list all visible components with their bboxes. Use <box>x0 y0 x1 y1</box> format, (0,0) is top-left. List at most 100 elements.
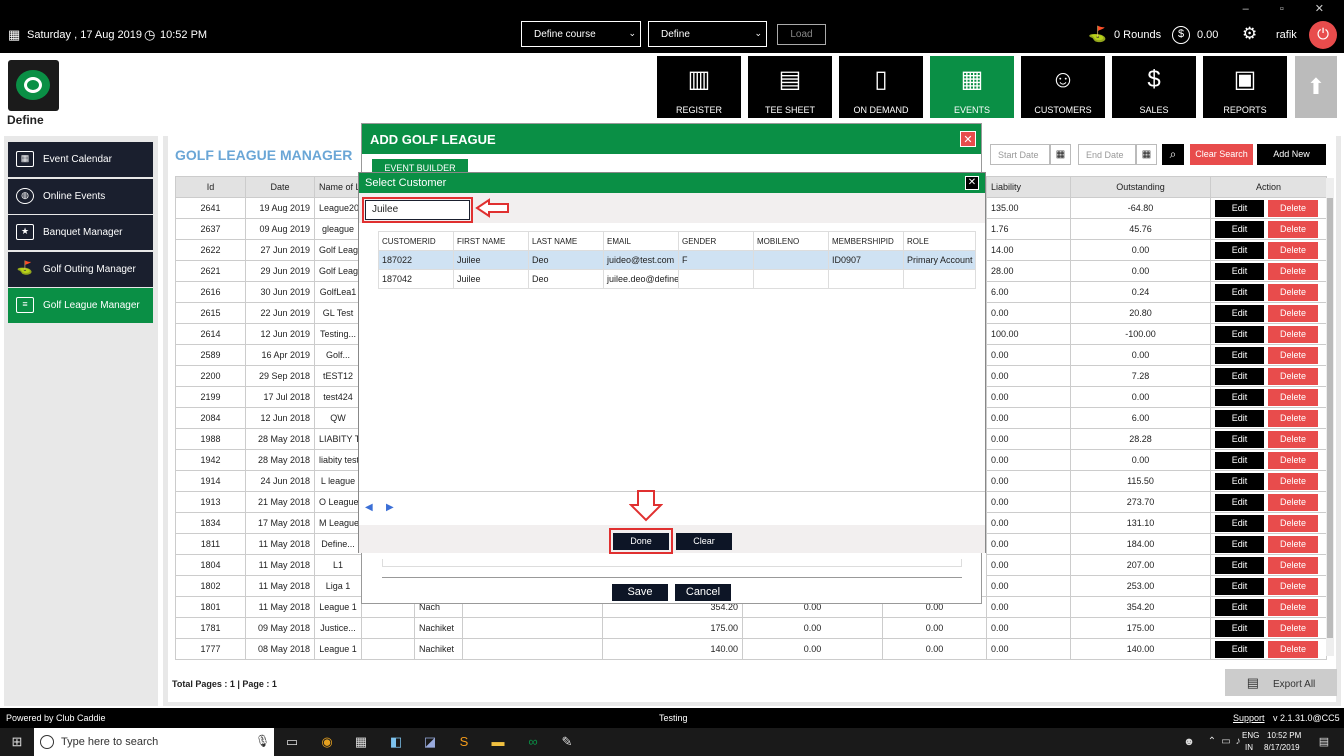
table-row[interactable]: 2084 12 Jun 2018 QW <box>175 407 362 429</box>
chrome-icon[interactable]: ◉ <box>318 733 336 751</box>
edit-button[interactable]: Edit <box>1215 556 1264 574</box>
edit-button[interactable]: Edit <box>1215 472 1264 490</box>
table-row[interactable]: 0.00 140.00 Edit Delete <box>986 638 1327 660</box>
customer-row[interactable]: 187042 Juilee Deo juilee.deo@define <box>378 269 976 289</box>
table-row[interactable]: 1777 08 May 2018 League 1 <box>175 638 362 660</box>
delete-button[interactable]: Delete <box>1268 220 1318 238</box>
sidebar-item-golf-league-manager[interactable]: ≡ Golf League Manager <box>8 288 153 323</box>
table-row[interactable]: 100.00 -100.00 Edit Delete <box>986 323 1327 345</box>
table-row[interactable]: 0.00 6.00 Edit Delete <box>986 407 1327 429</box>
delete-button[interactable]: Delete <box>1268 304 1318 322</box>
language[interactable]: ENG <box>1242 731 1259 740</box>
table-row[interactable]: 1.76 45.76 Edit Delete <box>986 218 1327 240</box>
next-page-icon[interactable]: ▶ <box>386 502 394 513</box>
calendar-icon[interactable]: ▦ <box>1136 144 1157 165</box>
nav-on-demand[interactable]: ▯ ON DEMAND <box>839 56 923 118</box>
define-select[interactable]: Define ⌄ <box>648 21 767 47</box>
table-row[interactable]: 0.00 0.00 Edit Delete <box>986 344 1327 366</box>
edit-button[interactable]: Edit <box>1215 493 1264 511</box>
start-date-input[interactable]: Start Date <box>990 144 1050 165</box>
calculator-icon[interactable]: ▦ <box>352 733 370 751</box>
table-row[interactable]: 0.00 184.00 Edit Delete <box>986 533 1327 555</box>
customer-row[interactable]: 187022 Juilee Deo juideo@test.com F ID0907 Pri… <box>378 250 976 270</box>
delete-button[interactable]: Delete <box>1268 577 1318 595</box>
delete-button[interactable]: Delete <box>1268 430 1318 448</box>
delete-button[interactable]: Delete <box>1268 283 1318 301</box>
taskbar-search-input[interactable]: Type here to search <box>34 728 274 756</box>
close-icon[interactable]: ✕ <box>960 131 976 147</box>
table-row[interactable]: 0.00 273.70 Edit Delete <box>986 491 1327 513</box>
done-button[interactable]: Done <box>613 533 669 550</box>
microphone-icon[interactable]: 🎙 <box>255 734 270 748</box>
course-select[interactable]: Define course ⌄ <box>521 21 641 47</box>
table-row[interactable]: 135.00 -64.80 Edit Delete <box>986 197 1327 219</box>
edit-button[interactable]: Edit <box>1215 220 1264 238</box>
table-row[interactable]: 0.00 20.80 Edit Delete <box>986 302 1327 324</box>
delete-button[interactable]: Delete <box>1268 325 1318 343</box>
sidebar-item-banquet-manager[interactable]: ★ Banquet Manager <box>8 215 153 250</box>
delete-button[interactable]: Delete <box>1268 598 1318 616</box>
delete-button[interactable]: Delete <box>1268 241 1318 259</box>
delete-button[interactable]: Delete <box>1268 535 1318 553</box>
delete-button[interactable]: Delete <box>1268 556 1318 574</box>
table-row[interactable]: 1914 24 Jun 2018 L league <box>175 470 362 492</box>
windows-start-icon[interactable]: ⊞ <box>8 733 26 751</box>
nav-customers[interactable]: ☺ CUSTOMERS <box>1021 56 1105 118</box>
table-row[interactable]: 0.00 253.00 Edit Delete <box>986 575 1327 597</box>
add-new-league-button[interactable]: Add New League <box>1257 144 1326 180</box>
edit-button[interactable]: Edit <box>1215 598 1264 616</box>
edit-button[interactable]: Edit <box>1215 367 1264 385</box>
club-caddie-icon[interactable]: ∞ <box>524 733 542 751</box>
edit-button[interactable]: Edit <box>1215 409 1264 427</box>
table-row[interactable]: 198828 May 2018LIABITY TES <box>175 428 362 450</box>
load-button[interactable]: Load <box>777 24 826 45</box>
export-all-button[interactable]: ▤ Export All <box>1225 669 1337 696</box>
edit-button[interactable]: Edit <box>1215 430 1264 448</box>
nav-events[interactable]: ▦ EVENTS <box>930 56 1014 118</box>
edit-button[interactable]: Edit <box>1215 577 1264 595</box>
edit-button[interactable]: Edit <box>1215 346 1264 364</box>
table-row[interactable]: 2199 17 Jul 2018 test424 <box>175 386 362 408</box>
customer-search-input[interactable]: Juilee <box>362 197 473 223</box>
edit-button[interactable]: Edit <box>1215 388 1264 406</box>
network-app-icon[interactable]: ◧ <box>387 733 405 751</box>
table-row[interactable]: 14.00 0.00 Edit Delete <box>986 239 1327 261</box>
end-date-input[interactable]: End Date <box>1078 144 1136 165</box>
table-row[interactable]: 0.00 7.28 Edit Delete <box>986 365 1327 387</box>
table-row[interactable]: 0.00 115.50 Edit Delete <box>986 470 1327 492</box>
close-icon[interactable]: ✕ <box>965 176 979 190</box>
edit-button[interactable]: Edit <box>1215 619 1264 637</box>
delete-button[interactable]: Delete <box>1268 514 1318 532</box>
window-controls[interactable]: ‒ ▫ ✕ <box>1243 2 1338 15</box>
people-icon[interactable]: ☻ <box>1180 733 1198 751</box>
table-row[interactable]: 0.00 0.00 Edit Delete <box>986 386 1327 408</box>
calendar-icon[interactable]: ▦ <box>1050 144 1071 165</box>
delete-button[interactable]: Delete <box>1268 199 1318 217</box>
table-row[interactable]: 2589 16 Apr 2019 Golf... <box>175 344 362 366</box>
edit-button[interactable]: Edit <box>1215 325 1264 343</box>
scrollbar-thumb[interactable] <box>1327 198 1333 638</box>
table-row[interactable]: 2622 27 Jun 2019 Golf Leagu <box>175 239 362 261</box>
table-row[interactable]: 2616 30 Jun 2019 GolfLea1 <box>175 281 362 303</box>
nav-register[interactable]: ▥ REGISTER <box>657 56 741 118</box>
edit-button[interactable]: Edit <box>1215 262 1264 280</box>
sidebar-item-golf-outing-manager[interactable]: ⛳ Golf Outing Manager <box>8 252 153 287</box>
delete-button[interactable]: Delete <box>1268 346 1318 364</box>
delete-button[interactable]: Delete <box>1268 640 1318 658</box>
table-row[interactable]: 1834 17 May 2018 M League <box>175 512 362 534</box>
grid-scrollbar[interactable] <box>1326 178 1334 656</box>
prev-page-icon[interactable]: ◀ <box>365 502 373 513</box>
table-row[interactable]: Nachiket 175.00 0.00 0.00 <box>361 617 987 639</box>
sublime-icon[interactable]: S <box>455 733 473 751</box>
delete-button[interactable]: Delete <box>1268 451 1318 469</box>
paint-icon[interactable]: ✎ <box>558 733 576 751</box>
event-builder-tab[interactable]: EVENT BUILDER <box>372 159 468 173</box>
folder-icon[interactable]: ▬ <box>489 733 507 751</box>
taskbar-time[interactable]: 10:52 PM <box>1267 731 1301 740</box>
table-row[interactable]: 2641 19 Aug 2019 League201 <box>175 197 362 219</box>
cancel-button[interactable]: Cancel <box>675 584 731 601</box>
delete-button[interactable]: Delete <box>1268 388 1318 406</box>
table-row[interactable]: 2637 09 Aug 2019 gleague <box>175 218 362 240</box>
clear-search-button[interactable]: Clear Search <box>1190 144 1253 165</box>
table-row[interactable]: 2614 12 Jun 2019 Testing... <box>175 323 362 345</box>
